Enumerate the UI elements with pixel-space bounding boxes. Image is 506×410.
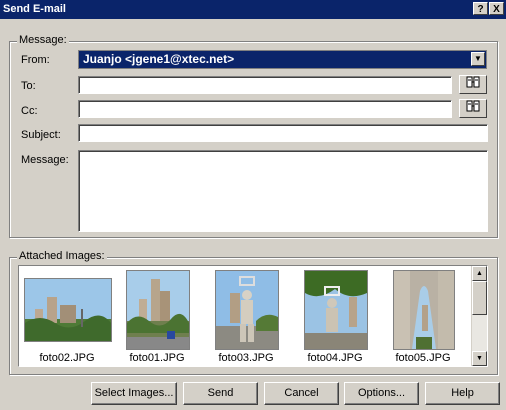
select-images-button[interactable]: Select Images... (91, 382, 177, 405)
attachments-group-label: Attached Images: (17, 250, 107, 262)
cc-input[interactable] (79, 101, 451, 117)
from-label: From: (21, 54, 50, 66)
scroll-thumb[interactable] (472, 281, 487, 315)
thumbnail-foto04[interactable] (304, 270, 368, 350)
window-title: Send E-mail (3, 3, 66, 15)
message-textarea[interactable] (79, 151, 487, 231)
help-title-button[interactable]: ? (473, 2, 488, 15)
close-title-button[interactable]: X (489, 2, 504, 15)
send-button[interactable]: Send (183, 382, 258, 405)
help-button[interactable]: Help (425, 382, 500, 405)
title-bar: Send E-mail ? X (0, 0, 506, 19)
thumbnail-caption: foto04.JPG (307, 352, 363, 364)
cc-address-book-button[interactable] (459, 99, 487, 118)
chevron-down-icon[interactable]: ▼ (471, 52, 485, 66)
to-field[interactable] (78, 76, 452, 94)
address-book-icon (466, 100, 480, 115)
thumbnail-foto03[interactable] (215, 270, 279, 350)
address-book-icon (466, 76, 480, 91)
cc-field[interactable] (78, 100, 452, 118)
options-button[interactable]: Options... (344, 382, 419, 405)
to-address-book-button[interactable] (459, 75, 487, 94)
message-group-label: Message: (17, 34, 69, 46)
message-body-label: Message: (21, 154, 69, 166)
cancel-button[interactable]: Cancel (264, 382, 339, 405)
to-input[interactable] (79, 77, 451, 93)
from-value: Juanjo <jgene1@xtec.net> (83, 52, 235, 66)
to-label: To: (21, 80, 36, 92)
subject-label: Subject: (21, 129, 61, 141)
thumbnail-list[interactable]: foto02.JPG foto01.JPG foto03.JPG foto04.… (18, 265, 488, 367)
scroll-down-icon[interactable]: ▼ (472, 351, 487, 366)
thumbnail-foto02[interactable] (24, 278, 112, 342)
thumbnail-foto01[interactable] (126, 270, 190, 350)
from-dropdown[interactable]: Juanjo <jgene1@xtec.net> ▼ (78, 50, 487, 69)
subject-field[interactable] (78, 124, 488, 142)
subject-input[interactable] (79, 125, 487, 141)
thumbnail-caption: foto03.JPG (218, 352, 274, 364)
thumbnail-foto05[interactable] (393, 270, 455, 350)
thumbnail-caption: foto05.JPG (395, 352, 451, 364)
thumbnail-scrollbar[interactable]: ▲ ▼ (471, 266, 487, 366)
thumbnail-caption: foto01.JPG (129, 352, 185, 364)
cc-label: Cc: (21, 105, 38, 117)
thumbnail-caption: foto02.JPG (39, 352, 95, 364)
scroll-up-icon[interactable]: ▲ (472, 266, 487, 281)
message-body-field[interactable] (78, 150, 488, 232)
